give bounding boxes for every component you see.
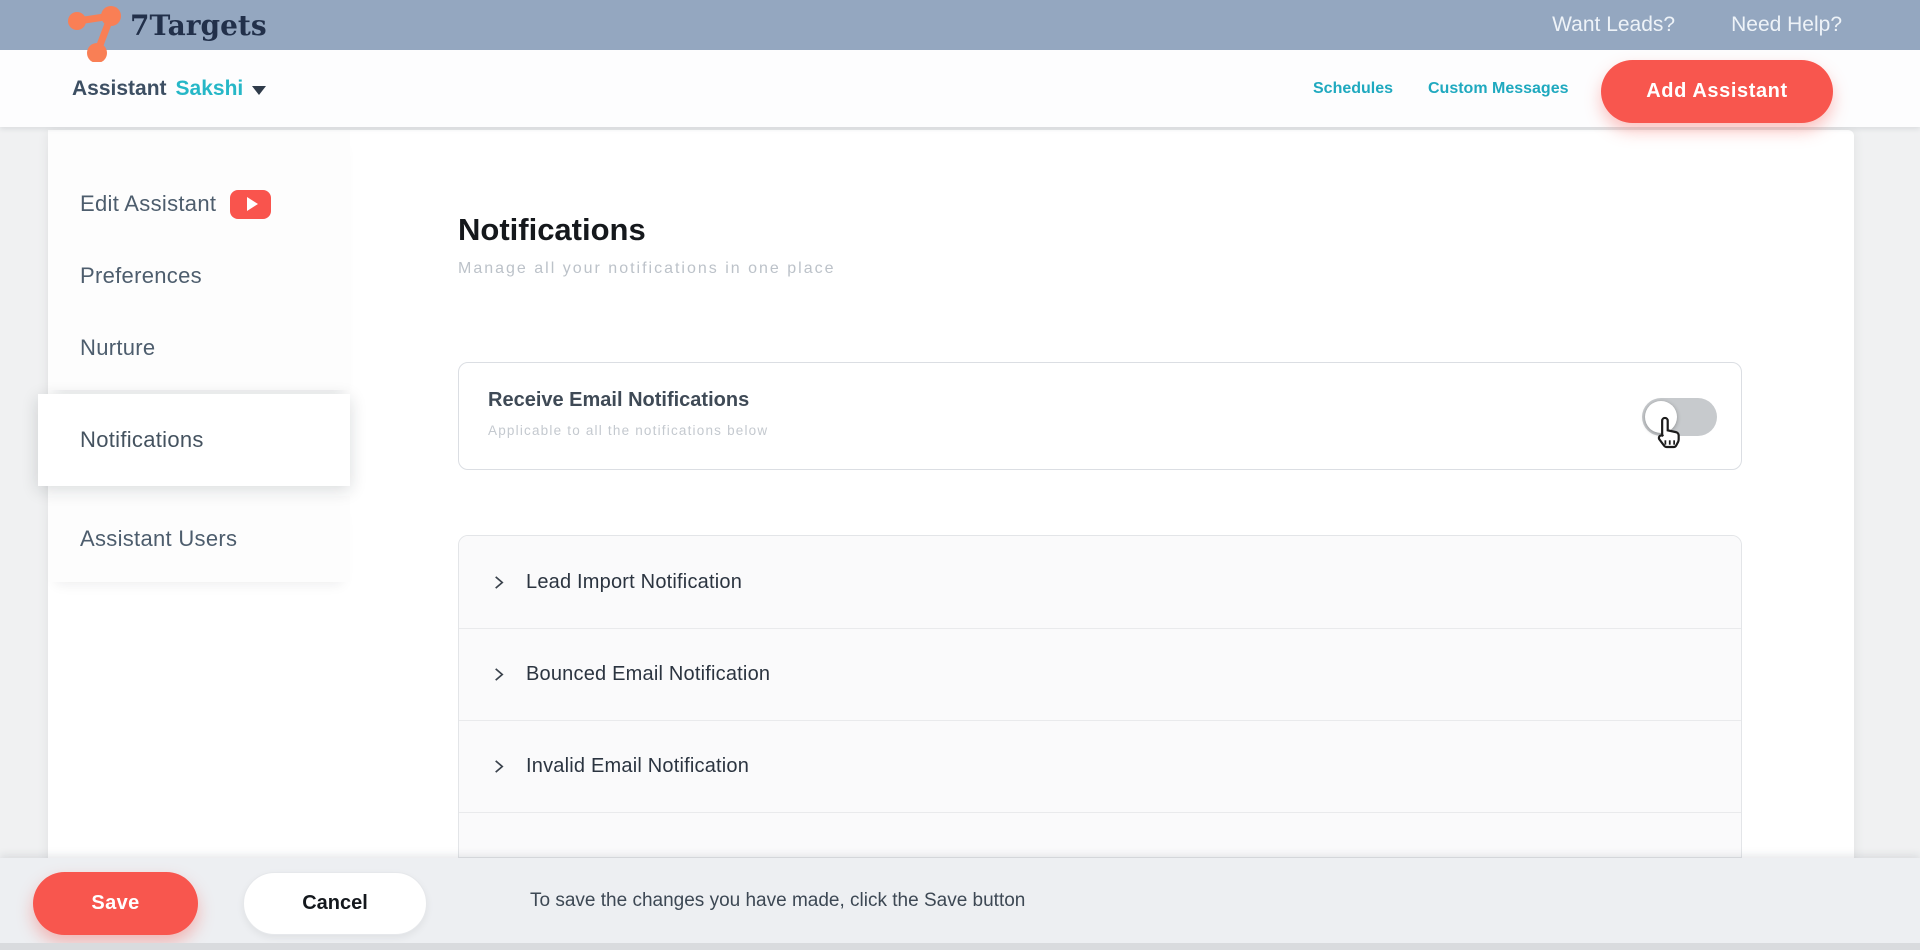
sidebar-item-label: Notifications	[80, 427, 204, 453]
sidebar-item-label: Assistant Users	[80, 526, 237, 552]
need-help-link[interactable]: Need Help?	[1731, 13, 1842, 37]
settings-card: Edit Assistant Preferences Nurture Notif…	[48, 130, 1854, 950]
sidebar-item-label: Preferences	[80, 263, 202, 289]
accordion-row-lead-import[interactable]: Lead Import Notification	[459, 536, 1741, 628]
cancel-button[interactable]: Cancel	[243, 872, 427, 935]
receive-email-notifications-card: Receive Email Notifications Applicable t…	[458, 362, 1742, 470]
top-navigation-bar: Want Leads? Need Help?	[0, 0, 1920, 50]
accordion-row-invalid-email[interactable]: Invalid Email Notification	[459, 720, 1741, 812]
chevron-right-icon	[491, 575, 506, 590]
accordion-row-label: Invalid Email Notification	[526, 755, 749, 778]
save-footer-bar: Save Cancel To save the changes you have…	[0, 858, 1920, 950]
page-subtitle: Manage all your notifications in one pla…	[458, 260, 836, 278]
sidebar-item-notifications[interactable]: Notifications	[38, 394, 350, 486]
sidebar-item-nurture[interactable]: Nurture	[48, 312, 350, 384]
brand-name: 7Targets	[130, 0, 267, 50]
sidebar-group-bottom: Assistant Users	[48, 496, 350, 582]
chevron-right-icon	[491, 759, 506, 774]
app-window: Want Leads? Need Help? 7Targets Assistan…	[0, 0, 1920, 950]
accordion-row-bounced-email[interactable]: Bounced Email Notification	[459, 628, 1741, 720]
accordion-row-label: Lead Import Notification	[526, 571, 742, 594]
save-helper-text: To save the changes you have made, click…	[530, 858, 1025, 943]
accordion-row-label: Bounced Email Notification	[526, 663, 770, 686]
sidebar-item-label: Nurture	[80, 335, 155, 361]
page-title: Notifications	[458, 212, 646, 248]
settings-sidebar: Edit Assistant Preferences Nurture Notif…	[48, 130, 350, 950]
seven-targets-logo-icon	[64, 6, 128, 62]
receive-email-notifications-title: Receive Email Notifications	[488, 389, 749, 412]
bottom-strip	[0, 943, 1920, 950]
chevron-down-icon	[252, 86, 266, 95]
notifications-pane: Notifications Manage all your notificati…	[350, 130, 1854, 950]
assistant-selector-label: Assistant	[72, 77, 167, 101]
accordion-row-partial[interactable]	[459, 812, 1741, 858]
youtube-video-icon[interactable]	[230, 190, 271, 219]
sidebar-item-assistant-users[interactable]: Assistant Users	[48, 496, 350, 582]
notifications-accordion: Lead Import Notification Bounced Email N…	[458, 535, 1742, 858]
play-icon	[247, 197, 258, 211]
save-button[interactable]: Save	[33, 872, 198, 935]
sidebar-item-label: Edit Assistant	[80, 191, 216, 217]
chevron-right-icon	[491, 667, 506, 682]
toggle-knob	[1645, 401, 1677, 433]
want-leads-link[interactable]: Want Leads?	[1552, 13, 1675, 37]
assistant-selector-name: Sakshi	[176, 77, 244, 101]
sidebar-item-edit-assistant[interactable]: Edit Assistant	[48, 168, 350, 240]
add-assistant-button[interactable]: Add Assistant	[1601, 60, 1833, 123]
email-notifications-toggle[interactable]	[1642, 398, 1717, 436]
receive-email-notifications-subtitle: Applicable to all the notifications belo…	[488, 423, 768, 438]
sidebar-group-top: Edit Assistant Preferences Nurture	[48, 130, 350, 390]
schedules-link[interactable]: Schedules	[1313, 50, 1393, 127]
sidebar-item-preferences[interactable]: Preferences	[48, 240, 350, 312]
custom-messages-link[interactable]: Custom Messages	[1428, 50, 1569, 127]
